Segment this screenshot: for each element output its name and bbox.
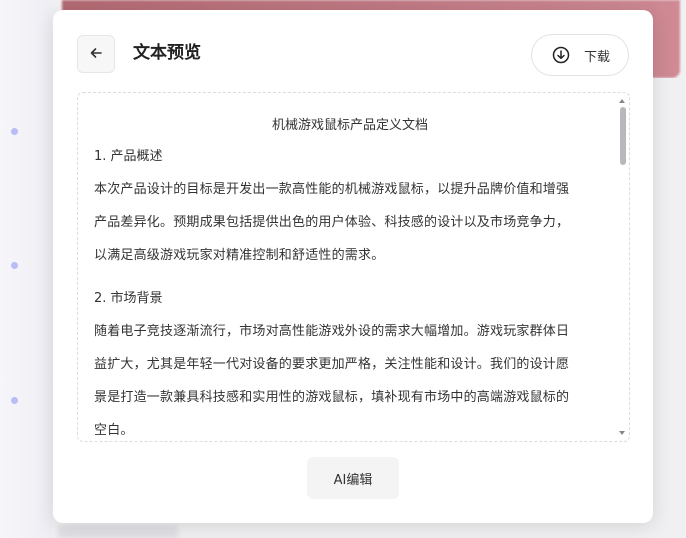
paragraph-line: 空白。 (94, 423, 134, 438)
sidebar-dot (11, 262, 18, 269)
download-icon (552, 46, 570, 64)
section-heading: 1. 产品概述 (94, 149, 163, 164)
paragraph-line: 益扩大，尤其是年轻一代对设备的要求更加严格，关注性能和设计。我们的设计愿 (94, 357, 570, 372)
sidebar-dot (11, 128, 18, 135)
paragraph-line: 以满足高级游戏玩家对精准控制和舒适性的需求。 (94, 248, 385, 263)
ai-edit-button[interactable]: AI编辑 (307, 457, 399, 499)
download-button[interactable]: 下载 (531, 34, 629, 76)
background-text (58, 525, 178, 538)
scroll-up-arrow-icon[interactable] (619, 99, 625, 103)
scrollbar-thumb[interactable] (620, 107, 626, 165)
paragraph-line: 产品差异化。预期成果包括提供出色的用户体验、科技感的设计以及市场竞争力， (94, 215, 570, 230)
download-label: 下载 (584, 49, 611, 65)
scroll-down-arrow-icon[interactable] (619, 431, 625, 435)
sidebar-dot (11, 397, 18, 404)
background-right (652, 78, 686, 538)
background-sidebar (0, 0, 52, 538)
paragraph-line: 景是打造一款兼具科技感和实用性的游戏鼠标，填补现有市场中的高端游戏鼠标的 (94, 390, 570, 405)
paragraph-line: 本次产品设计的目标是开发出一款高性能的机械游戏鼠标，以提升品牌价值和增强 (94, 182, 570, 197)
text-preview-modal: 文本预览 下载 机械游戏鼠标产品定义文档 1. 产品概述 本次产品设计的目标是开… (53, 10, 653, 523)
arrow-left-icon (89, 45, 103, 64)
vertical-scrollbar[interactable] (617, 93, 629, 441)
section-paragraph: 随着电子竞技逐渐流行，市场对高性能游戏外设的需求大幅增加。游戏玩家群体日 益扩大… (94, 315, 606, 441)
back-button[interactable] (77, 35, 115, 73)
section-paragraph: 本次产品设计的目标是开发出一款高性能的机械游戏鼠标，以提升品牌价值和增强 产品差… (94, 173, 606, 272)
paragraph-line: 随着电子竞技逐渐流行，市场对高性能游戏外设的需求大幅增加。游戏玩家群体日 (94, 324, 570, 339)
page-title: 文本预览 (133, 43, 201, 63)
section-heading: 2. 市场背景 (94, 291, 163, 306)
document-title: 机械游戏鼠标产品定义文档 (271, 118, 428, 133)
document-preview[interactable]: 机械游戏鼠标产品定义文档 1. 产品概述 本次产品设计的目标是开发出一款高性能的… (77, 92, 630, 442)
